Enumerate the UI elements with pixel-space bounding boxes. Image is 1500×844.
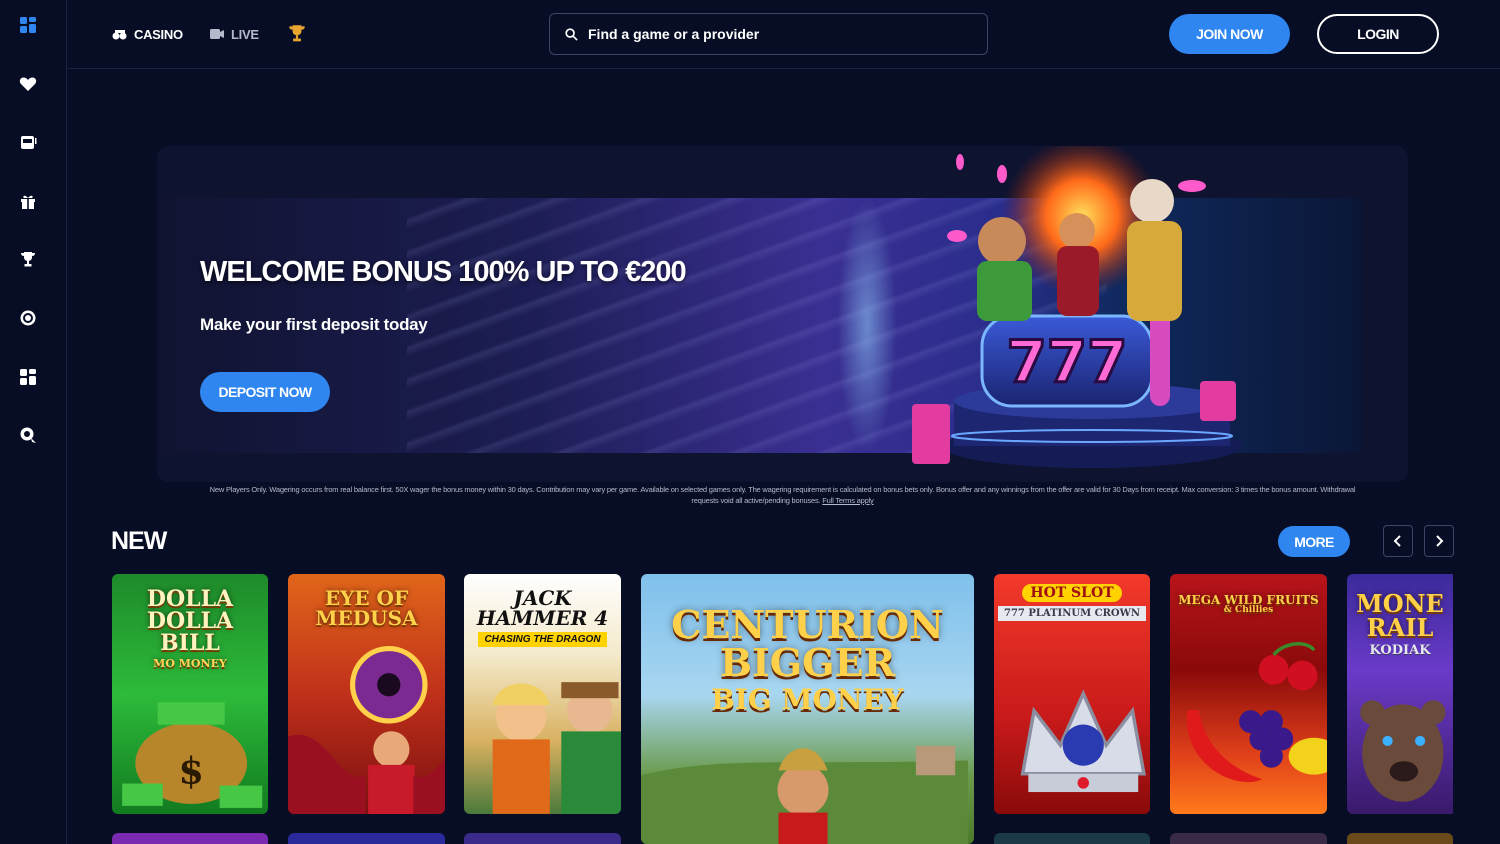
game-tile-row2-7[interactable] <box>1347 833 1453 844</box>
game-tile-row2-2[interactable] <box>288 833 445 844</box>
carousel-prev-button[interactable] <box>1383 525 1413 557</box>
disclaimer-text: New Players Only. Wagering occurs from r… <box>209 485 1356 505</box>
game-tile-hot-slot-777-platinum-crown[interactable]: HOT SLOT 777 PLATINUM CROWN <box>994 574 1150 814</box>
more-button[interactable]: MORE <box>1278 526 1350 557</box>
gift-icon[interactable] <box>18 191 38 211</box>
slot-machine-icon[interactable] <box>18 132 38 152</box>
categories-grid-icon[interactable] <box>18 367 38 387</box>
game-tile-jack-hammer-4[interactable]: JACK HAMMER 4 CHASING THE DRAGON <box>464 574 621 814</box>
sidebar <box>0 0 67 844</box>
game-subtitle: KODIAK <box>1369 643 1431 658</box>
roulette-icon[interactable] <box>18 308 38 328</box>
game-tile-money-rail-kodiak[interactable]: MONE RAIL KODIAK <box>1347 574 1453 814</box>
cherries-icon <box>112 30 127 40</box>
nav-casino[interactable]: CASINO <box>112 26 183 42</box>
live-cards-icon <box>210 29 224 39</box>
banner-glow <box>837 198 897 453</box>
centurion-art <box>641 745 968 844</box>
svg-text:$: $ <box>178 750 203 793</box>
trophy-gold-icon <box>289 25 305 42</box>
bear-art <box>1360 700 1446 802</box>
game-tile-row2-3[interactable] <box>464 833 621 844</box>
nav-casino-label: CASINO <box>134 26 183 42</box>
nav-tournaments[interactable] <box>287 23 307 43</box>
jack-hammer-art <box>492 682 621 814</box>
game-tile-centurion-bigger-big-money[interactable]: CENTURION BIGGER BIG MONEY <box>641 574 974 844</box>
medusa-art <box>288 646 445 814</box>
game-title: MONE RAIL <box>1356 589 1444 642</box>
game-title: HOT SLOT <box>1022 584 1122 602</box>
fruits-art <box>1186 642 1327 783</box>
grid-icon[interactable] <box>18 15 38 35</box>
search-icon <box>565 27 578 41</box>
game-tile-dolla-dolla-bill[interactable]: DOLLA DOLLA BILL MO MONEY $ <box>112 574 268 814</box>
heart-icon[interactable] <box>18 74 38 94</box>
join-now-button[interactable]: JOIN NOW <box>1169 14 1290 54</box>
carousel-next-button[interactable] <box>1424 525 1454 557</box>
slot-machine-characters-illustration: 777 <box>912 146 1242 468</box>
game-title: DOLLA DOLLA BILL <box>146 586 234 656</box>
game-title: CENTURION BIGGER <box>671 602 944 685</box>
slot-reels-text: 777 <box>1006 328 1127 396</box>
top-header: CASINO LIVE JOIN NOW LOGIN <box>67 0 1500 69</box>
game-subtitle: 777 PLATINUM CROWN <box>997 606 1146 621</box>
game-title: JACK HAMMER 4 <box>476 586 609 630</box>
game-tile-mega-wild-fruits[interactable]: MEGA WILD FRUITS & Chillies <box>1170 574 1327 814</box>
nav-live[interactable]: LIVE <box>209 26 259 42</box>
deposit-now-button[interactable]: DEPOSIT NOW <box>200 372 330 412</box>
banner-subtitle: Make your first deposit today <box>200 315 428 334</box>
chevron-right-icon <box>1436 535 1444 547</box>
trophy-icon[interactable] <box>18 249 38 269</box>
crown-art <box>1020 689 1146 793</box>
game-tile-row2-6[interactable] <box>1170 833 1327 844</box>
search-input[interactable] <box>588 26 968 42</box>
game-subtitle: CHASING THE DRAGON <box>478 632 607 647</box>
login-button[interactable]: LOGIN <box>1317 14 1439 54</box>
game-title: EYE OF MEDUSA <box>315 586 418 630</box>
search-box[interactable] <box>549 13 988 55</box>
bonus-disclaimer: New Players Only. Wagering occurs from r… <box>200 484 1365 506</box>
game-tile-row2-5[interactable] <box>994 833 1150 844</box>
nav-live-label: LIVE <box>231 26 259 42</box>
full-terms-link[interactable]: Full Terms apply <box>822 496 873 505</box>
new-section-title: NEW <box>111 527 167 555</box>
game-tile-row2-1[interactable] <box>112 833 268 844</box>
welcome-bonus-banner[interactable]: WELCOME BONUS 100% UP TO €200 Make your … <box>157 146 1408 482</box>
chevron-left-icon <box>1393 535 1401 547</box>
game-subtitle: BIG MONEY <box>711 683 904 716</box>
game-subtitle: & Chillies <box>1223 605 1274 615</box>
game-tile-eye-of-medusa[interactable]: EYE OF MEDUSA <box>288 574 445 814</box>
chat-icon[interactable] <box>18 425 38 445</box>
money-pot-art: $ <box>122 702 263 808</box>
banner-title: WELCOME BONUS 100% UP TO €200 <box>200 256 687 288</box>
game-subtitle: MO MONEY <box>153 657 227 670</box>
